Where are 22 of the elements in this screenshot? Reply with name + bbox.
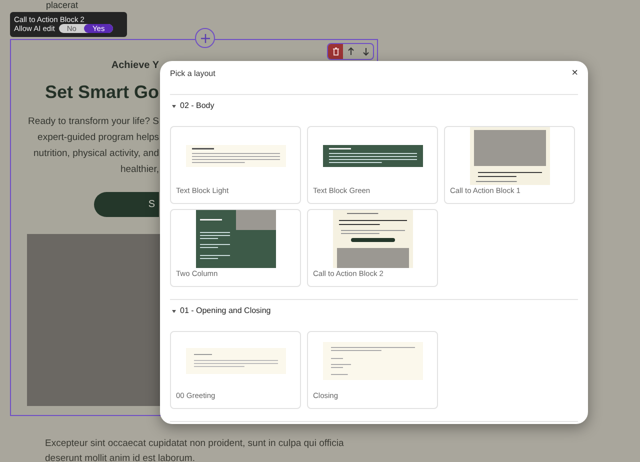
section-title: 02 - Body [180,100,214,112]
block-eyebrow: Achieve Y [111,59,159,73]
paragraph-line: expert-guided program helps [36,131,159,145]
dialog-title: Pick a layout [170,68,216,80]
paragraph-line: Ready to transform your life? S [28,115,159,129]
delete-button[interactable] [328,44,343,59]
section-header[interactable]: 02 - Body [172,100,578,112]
arrow-up-icon [346,47,354,56]
cta-button[interactable]: S [94,192,159,217]
block-headline: Set Smart Go [44,81,159,104]
close-button[interactable]: × [572,68,578,79]
add-block-button[interactable] [195,28,215,48]
section-header[interactable]: 01 - Opening and Closing [172,305,578,317]
body-text-line: Excepteur sint occaecat cupidatat non proident, sunt in culpa qui officia [45,437,345,451]
paragraph-line: nutrition, physical activity, and [32,147,159,161]
body-text: placerat [45,0,80,12]
arrow-down-icon [362,47,370,56]
paragraph-line: healthier, [119,163,159,177]
body-text-line: deserunt mollit anim id est laborum. [45,452,196,462]
plus-icon [200,34,210,42]
trash-icon [332,47,340,56]
section-title: 01 - Opening and Closing [180,305,271,317]
